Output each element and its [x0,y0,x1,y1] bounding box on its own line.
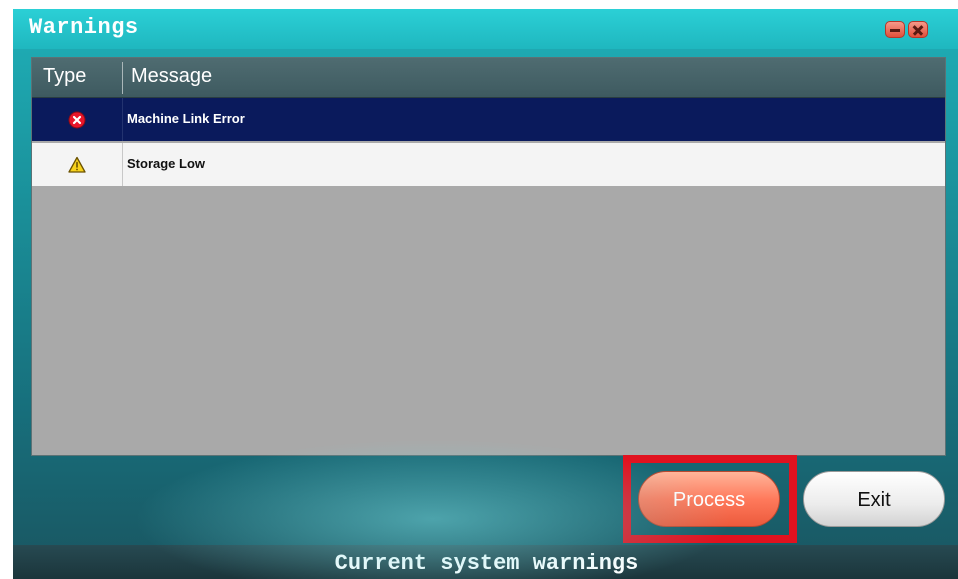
warnings-table: Type Message Machine Link Error Storage … [31,57,946,456]
minimize-icon[interactable] [885,21,905,38]
status-text: Current system warnings [334,551,639,576]
process-button[interactable]: Process [638,471,780,527]
column-header-message[interactable]: Message [131,65,212,88]
table-header: Type Message [32,58,945,98]
table-row[interactable]: Storage Low [32,143,945,186]
warnings-window: Warnings Type Message Machine Link Error [13,9,958,579]
exit-button[interactable]: Exit [803,471,945,527]
warning-message: Storage Low [127,156,206,171]
cell-divider [122,98,123,141]
status-bar: Current system warnings [13,545,958,579]
warning-icon [68,156,86,173]
table-row[interactable]: Machine Link Error [32,98,945,141]
column-divider[interactable] [122,62,123,94]
window-title: Warnings [29,15,139,40]
column-header-type[interactable]: Type [43,65,86,88]
error-icon [68,111,86,129]
close-icon[interactable] [908,21,928,38]
warning-message: Machine Link Error [127,111,245,126]
cell-divider [122,143,123,186]
title-bar: Warnings [13,9,958,49]
